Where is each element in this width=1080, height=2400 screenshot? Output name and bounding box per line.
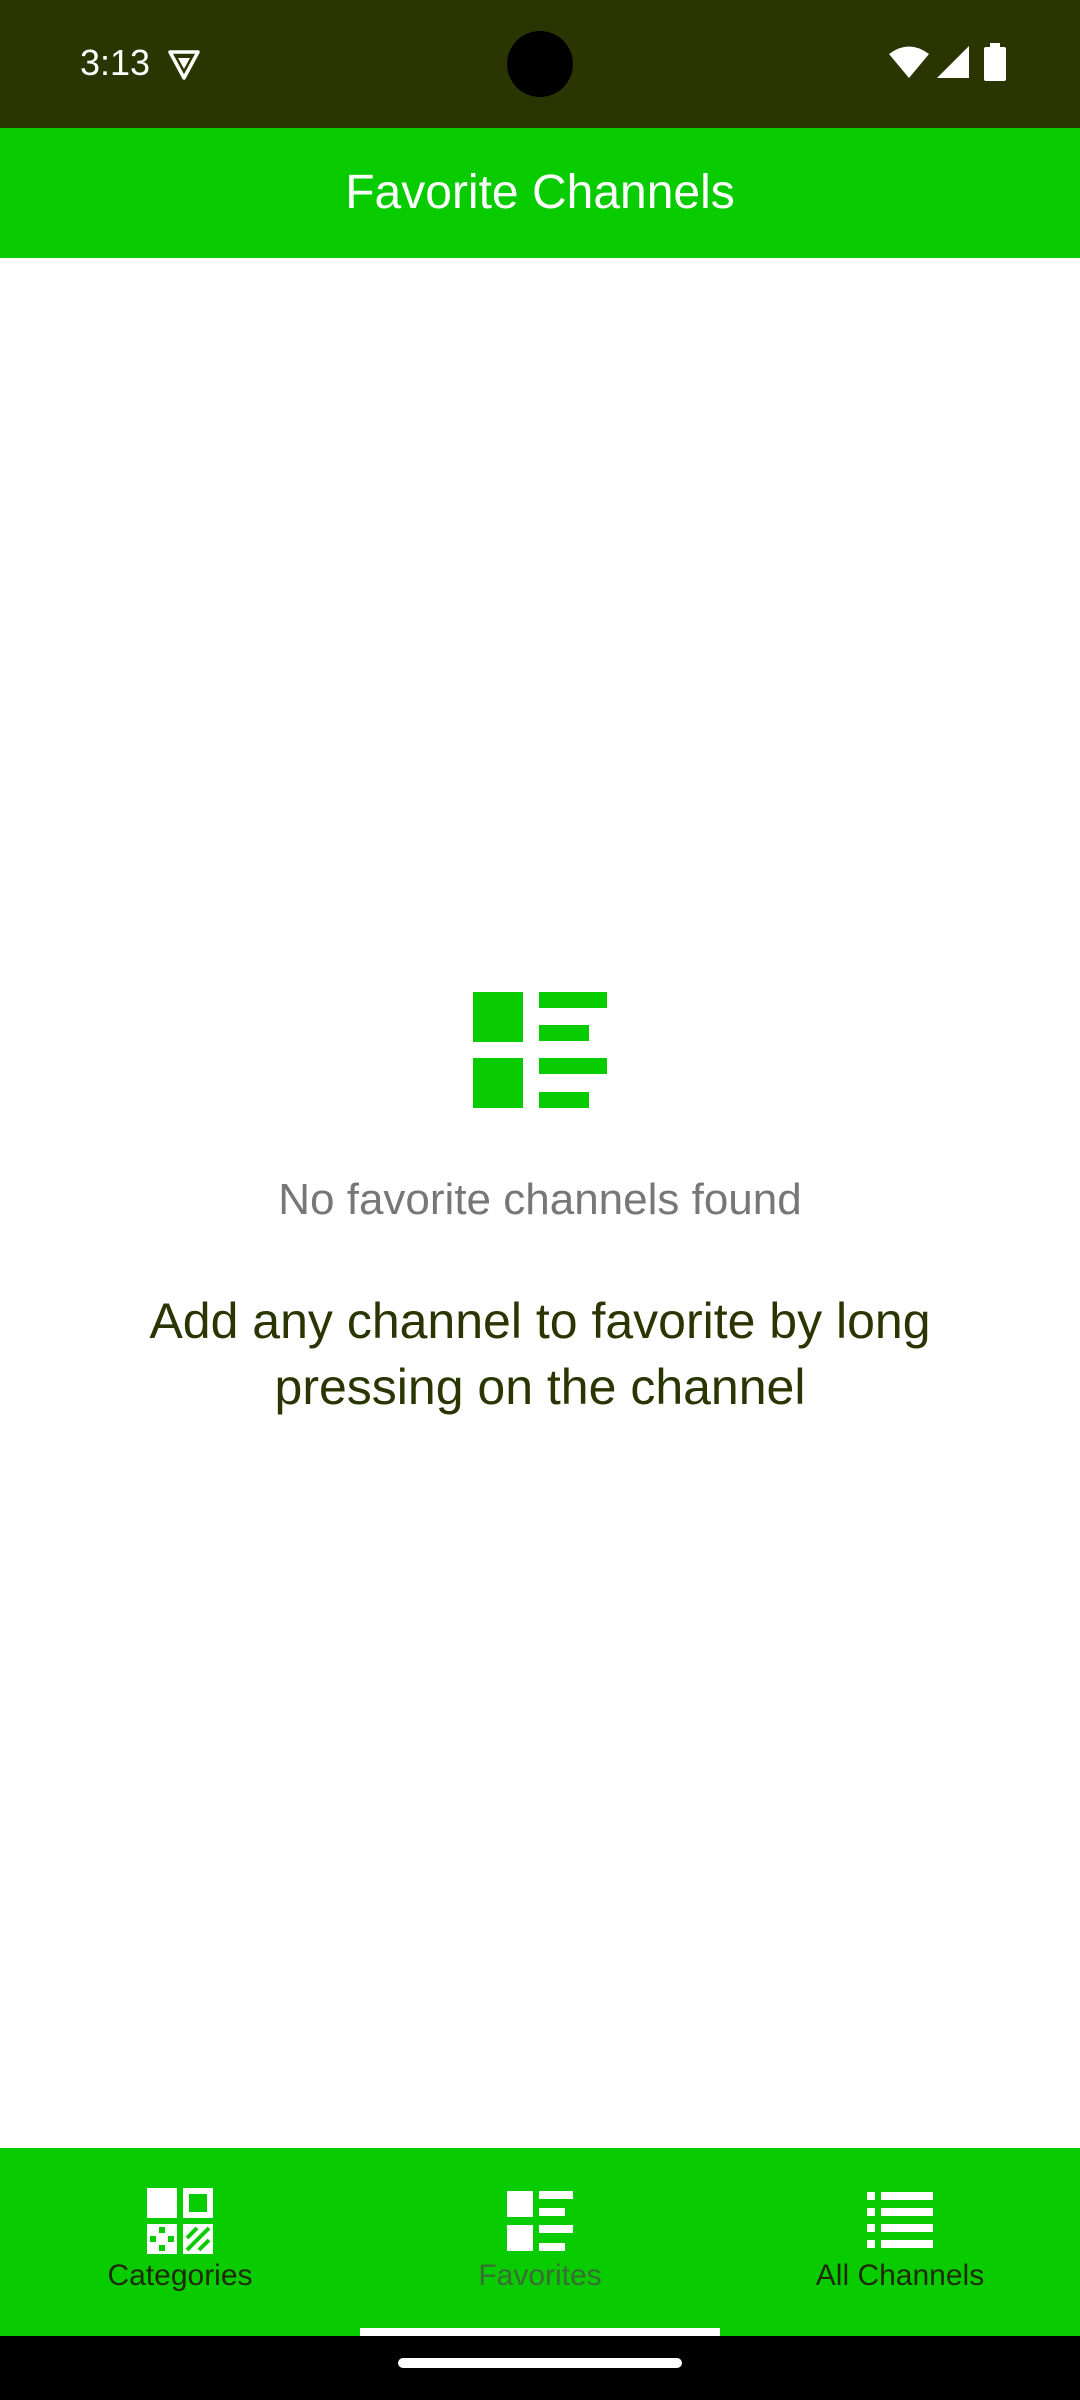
favorites-list-icon (507, 2191, 573, 2251)
page-title: Favorite Channels (345, 166, 735, 219)
nav-label-favorites: Favorites (478, 2259, 602, 2292)
home-gesture-handle[interactable] (398, 2358, 682, 2368)
battery-icon (984, 43, 1006, 81)
bottom-navigation: Categories Favorites All Channels (0, 2148, 1080, 2336)
status-bar: 3:13 (0, 0, 1080, 128)
wifi-icon (889, 46, 929, 78)
nav-item-favorites[interactable]: Favorites (360, 2148, 720, 2336)
nav-label-all-channels: All Channels (815, 2259, 985, 2292)
vpn-key-icon (168, 50, 200, 80)
camera-cutout (507, 31, 573, 97)
nav-item-categories[interactable]: Categories (0, 2148, 360, 2336)
list-icon (867, 2192, 933, 2248)
status-time: 3:13 (80, 42, 151, 83)
app-bar: Favorite Channels (0, 128, 1080, 258)
categories-grid-icon (147, 2188, 213, 2254)
signal-icon (937, 46, 969, 78)
empty-state-hint: Add any channel to favorite by long pres… (149, 1293, 931, 1415)
nav-label-categories: Categories (107, 2259, 253, 2292)
screen: 3:13 Favorite Channels No favorite chann… (0, 0, 1080, 2400)
empty-state-title: No favorite channels found (278, 1175, 802, 1224)
favorites-list-icon (473, 992, 607, 1108)
nav-item-all-channels[interactable]: All Channels (720, 2148, 1080, 2336)
active-tab-indicator (360, 2328, 720, 2336)
system-navigation-bar (0, 2336, 1080, 2400)
